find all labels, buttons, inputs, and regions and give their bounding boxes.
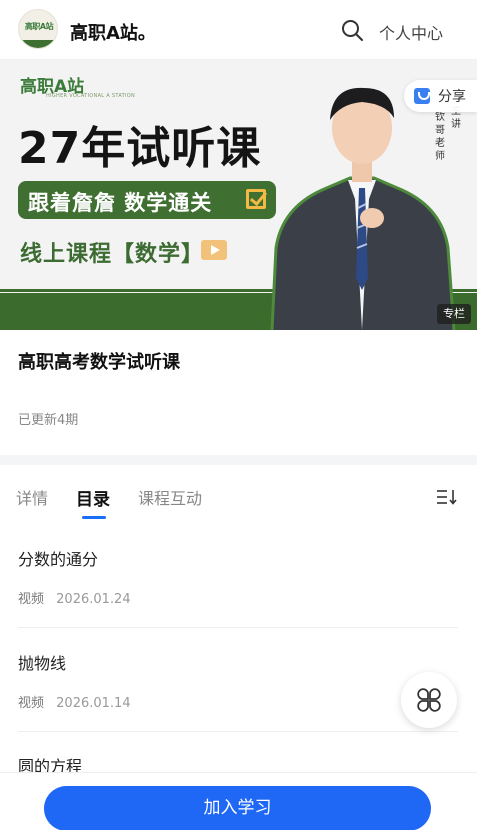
- tab-interaction[interactable]: 课程互动: [138, 485, 202, 509]
- tab-catalog[interactable]: 目录: [76, 485, 110, 510]
- search-icon[interactable]: [341, 19, 363, 41]
- item-date: 2026.01.14: [56, 696, 131, 711]
- banner-slogan: 跟着詹詹 数学通关: [18, 181, 276, 219]
- caption-char: 老: [435, 138, 445, 149]
- item-meta: 视频 2026.01.24: [18, 588, 458, 607]
- item-separator: [18, 731, 458, 732]
- banner-title: 27年试听课: [18, 123, 262, 174]
- site-logo[interactable]: 高职A站: [18, 9, 58, 49]
- tab-bar: 详情 目录 课程互动: [0, 465, 477, 521]
- caption-char: 师: [435, 151, 445, 162]
- share-icon: [414, 88, 430, 104]
- caption-char: 哥: [435, 125, 445, 136]
- join-study-button[interactable]: 加入学习: [44, 786, 431, 830]
- site-name[interactable]: 高职A站。: [70, 19, 156, 45]
- site-logo-band: [19, 40, 57, 48]
- banner-slogan-text: 跟着詹詹 数学通关: [28, 191, 213, 215]
- item-separator: [18, 627, 458, 628]
- item-date: 2026.01.24: [56, 592, 131, 607]
- top-header: 高职A站 高职A站。 个人中心: [0, 0, 477, 60]
- sort-icon[interactable]: [436, 489, 458, 505]
- course-title: 高职高考数学试听课: [18, 352, 180, 373]
- item-type: 视频: [18, 696, 45, 711]
- banner-subject-line: 线上课程【数学】: [20, 242, 205, 267]
- play-icon: [201, 240, 227, 260]
- item-title: 抛物线: [18, 654, 67, 673]
- share-button[interactable]: 分享: [404, 80, 477, 112]
- caption-char: 钦: [435, 112, 445, 123]
- clover-menu-icon[interactable]: [401, 672, 457, 728]
- section-divider: [0, 455, 477, 465]
- column-badge: 专栏: [437, 304, 471, 324]
- item-meta: 视频 2026.01.14: [18, 692, 458, 711]
- update-count: 已更新4期: [18, 413, 79, 428]
- item-title: 分数的通分: [18, 550, 99, 569]
- teacher-photo: [270, 87, 456, 330]
- catalog-item[interactable]: 抛物线 视频 2026.01.14: [18, 650, 458, 711]
- user-center-link[interactable]: 个人中心: [379, 20, 443, 44]
- bottom-action-bar: 加入学习: [0, 772, 477, 830]
- tab-details[interactable]: 详情: [16, 485, 48, 509]
- banner-brand-sub: HIGHER VOCATIONAL A STATION: [46, 93, 136, 99]
- caption-char: 讲: [451, 119, 461, 130]
- share-label: 分享: [438, 89, 466, 105]
- tab-active-indicator: [82, 516, 106, 519]
- item-type: 视频: [18, 592, 45, 607]
- catalog-item[interactable]: 分数的通分 视频 2026.01.24: [18, 546, 458, 607]
- site-logo-text: 高职A站: [24, 22, 54, 31]
